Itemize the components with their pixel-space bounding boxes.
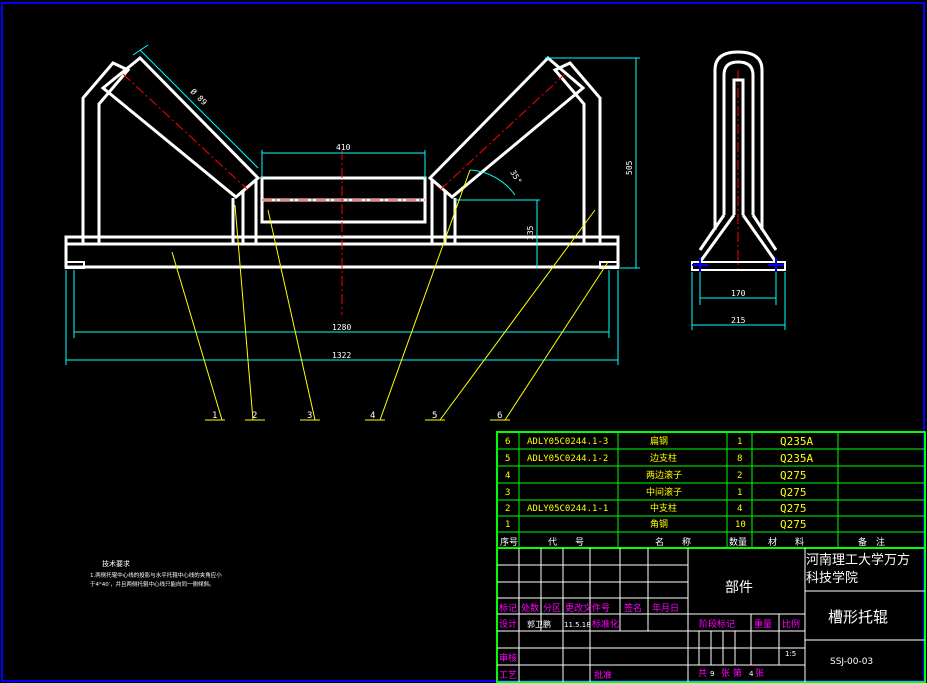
- tb-sheet-number: 4: [749, 670, 754, 678]
- notes-line-2: 于4°40′，并且两侧托辊中心线只能向同一侧倾斜。: [90, 580, 215, 588]
- notes-line-1: 1.两侧托辊中心线的投影与水平托辊中心线的夹角应小: [90, 571, 222, 579]
- part-row-qty: 2: [737, 471, 742, 481]
- part-row-name: 边支柱: [650, 452, 677, 464]
- part-row-no: 1: [505, 520, 510, 530]
- tb-zone: 分区: [543, 603, 561, 614]
- part-row-name: 中间滚子: [646, 486, 682, 498]
- tb-weight: 重量: [754, 618, 772, 630]
- balloon-6: 6: [497, 411, 502, 421]
- dim-height: 505: [625, 160, 634, 175]
- tb-sheets-page: 张: [755, 668, 764, 679]
- dim-side-inner: 170: [731, 289, 746, 298]
- part-row-material: Q235A: [780, 435, 813, 448]
- part-row-material: Q275: [780, 486, 807, 499]
- part-row-no: 3: [505, 488, 510, 498]
- leader-lines: [171, 169, 609, 421]
- dim-inner-width: 1280: [332, 323, 351, 332]
- part-row-no: 2: [505, 504, 510, 514]
- notes-title: 技术要求: [102, 559, 130, 568]
- part-row-qty: 8: [737, 454, 742, 464]
- dim-side-outer: 215: [731, 316, 746, 325]
- header-name: 名 称: [655, 536, 691, 548]
- drawing-frame: [1, 2, 925, 682]
- part-row-no: 6: [505, 437, 510, 447]
- part-row-name: 两边滚子: [646, 469, 682, 481]
- tb-standardize: 标准化: [592, 618, 619, 630]
- cad-drawing: Ø 89 410 505 35° 335 1280 1322 170 215 1…: [1, 2, 926, 683]
- part-row-material: Q235A: [780, 452, 813, 465]
- dim-roller-dia: Ø 89: [189, 86, 210, 107]
- part-row-qty: 10: [735, 520, 746, 530]
- tb-designer: 郭卫鹏: [527, 619, 551, 629]
- part-row-code: ADLY05C0244.1-1: [527, 504, 608, 514]
- tb-unit-line-2: 科技学院: [806, 570, 858, 586]
- part-row-code: ADLY05C0244.1-2: [527, 454, 608, 464]
- tb-date: 年月日: [652, 602, 679, 614]
- part-row-material: Q275: [780, 469, 807, 482]
- header-remark: 备 注: [858, 536, 885, 548]
- tb-stage-mark: 阶段标记: [699, 618, 735, 630]
- base-end-left: [65, 261, 85, 269]
- balloon-1: 1: [212, 411, 217, 421]
- part-row-no: 4: [505, 471, 510, 481]
- header-material: 材 料: [768, 536, 804, 548]
- tb-approve: 批准: [594, 669, 612, 681]
- balloon-3: 3: [307, 411, 312, 421]
- tb-design-date: 11.5.18: [564, 621, 591, 629]
- right-side-support: [552, 61, 602, 244]
- dim-middle-length: 410: [336, 143, 351, 152]
- balloon-2: 2: [252, 411, 257, 421]
- part-row-name: 角钢: [650, 518, 668, 530]
- dim-overall-width: 1322: [332, 351, 351, 360]
- part-row-name: 中支柱: [650, 502, 677, 514]
- part-row-qty: 1: [737, 488, 742, 498]
- tb-sheets-sheet: 张 第: [721, 667, 742, 679]
- tb-drawing-no: SSJ-00-03: [830, 657, 873, 667]
- tb-sign: 签名: [624, 602, 642, 614]
- part-row-code: ADLY05C0244.1-3: [527, 437, 608, 447]
- part-row-material: Q275: [780, 502, 807, 515]
- tb-scale-value: 1:5: [785, 650, 796, 658]
- header-qty: 数量: [729, 536, 747, 548]
- tb-scale: 比例: [782, 618, 800, 630]
- tb-sheets-count: 9: [710, 670, 714, 678]
- tb-process: 工艺: [499, 670, 517, 681]
- tb-sheets-total: 共: [698, 668, 707, 679]
- dim-angle: 35°: [508, 169, 523, 186]
- balloon-4: 4: [370, 411, 375, 421]
- dim-small-height: 335: [526, 225, 535, 240]
- part-row-qty: 1: [737, 437, 742, 447]
- tb-design: 设计: [499, 618, 517, 630]
- part-row-material: Q275: [780, 518, 807, 531]
- tb-unit-line-1: 河南理工大学万方: [806, 552, 910, 568]
- balloon-5: 5: [432, 411, 437, 421]
- tb-change-doc: 更改文件号: [565, 602, 610, 614]
- part-row-name: 扁钢: [650, 435, 668, 447]
- tb-count: 处数: [521, 602, 539, 614]
- tb-mark: 标记: [499, 602, 517, 614]
- part-row-no: 5: [505, 454, 510, 464]
- tb-drawing-name: 槽形托辊: [828, 608, 888, 626]
- part-row-qty: 4: [737, 504, 742, 514]
- header-no: 序号: [500, 536, 518, 548]
- header-code: 代 号: [548, 537, 584, 548]
- base-end-right: [599, 261, 619, 269]
- tb-check: 审核: [499, 652, 517, 664]
- tb-part-label: 部件: [725, 580, 753, 596]
